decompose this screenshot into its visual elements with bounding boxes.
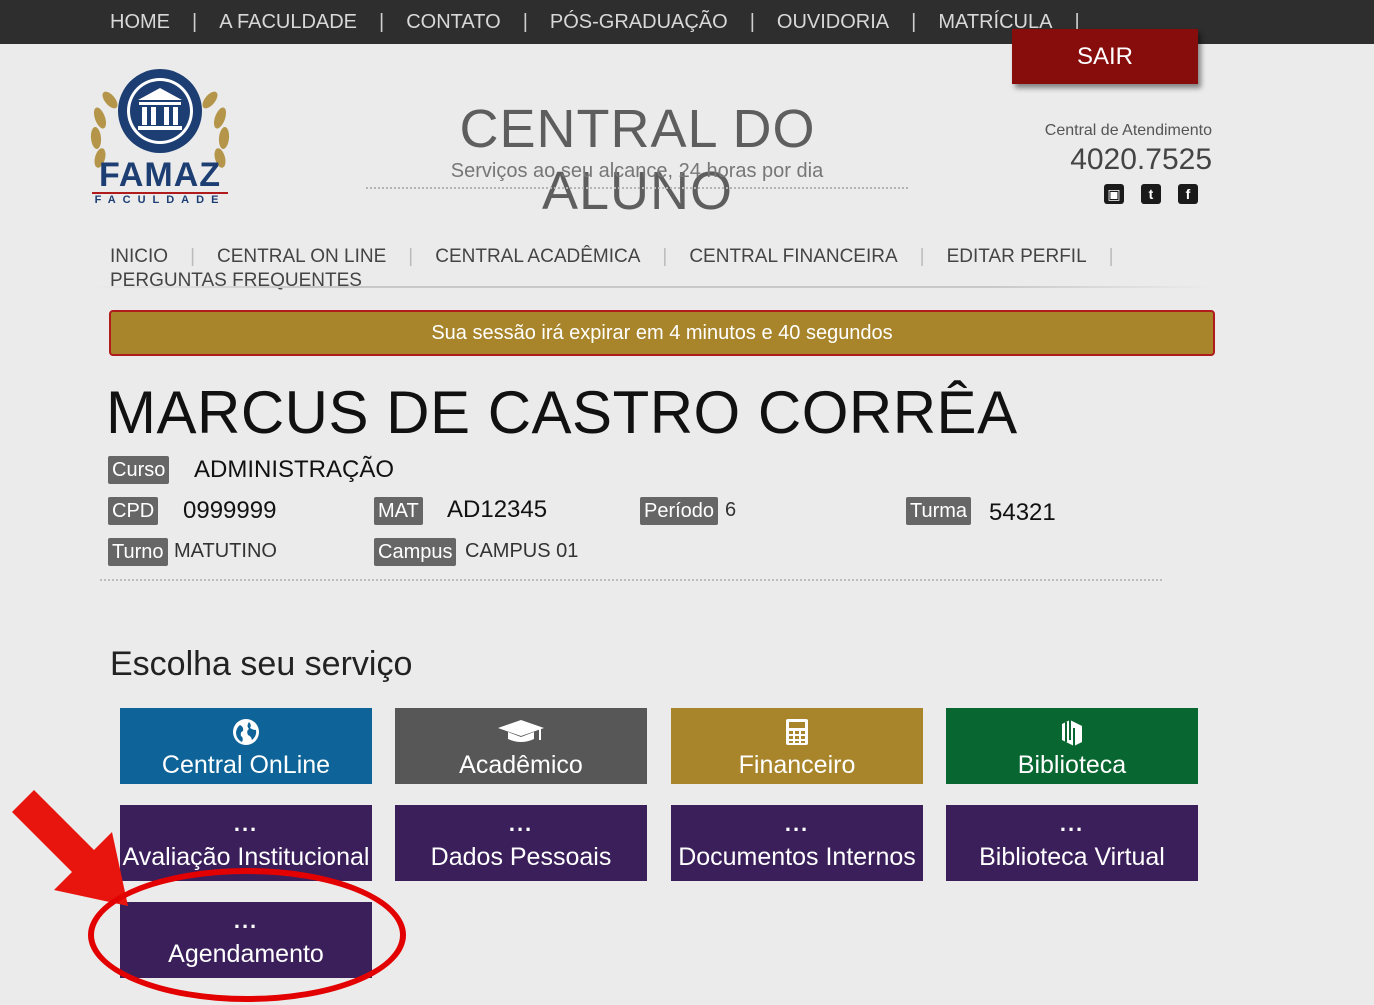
turno-value: MATUTINO [174,540,277,562]
nav-editar-perfil[interactable]: EDITAR PERFIL [947,245,1087,269]
books-icon [1059,717,1085,747]
dots-icon: ... [1059,811,1085,836]
youtube-icon[interactable]: ▣ [1104,184,1124,204]
info-divider [100,579,1162,581]
topnav-home[interactable]: HOME [110,11,170,34]
nav-separator: | [408,246,414,267]
nav-central-online[interactable]: CENTRAL ON LINE [217,245,386,269]
student-name: MARCUS DE CASTRO CORRÊA [106,379,1018,446]
tile-documentos-internos[interactable]: ... Documentos Internos [671,805,923,881]
dots-icon: ... [233,908,259,933]
periodo-value: 6 [725,499,737,521]
graduation-cap-icon [496,717,546,747]
tile-label: Documentos Internos [678,843,916,871]
page-subtitle: Serviços ao seu alcance, 24 horas por di… [366,160,908,189]
tile-label: Avaliação Institucional [122,843,370,871]
famaz-logo[interactable]: FAMAZ FACULDADE [86,66,234,212]
periodo-tag: Período [640,497,719,525]
top-navigation: HOME | A FACULDADE | CONTATO | PÓS-GRADUAÇÃ… [110,0,1102,44]
tile-biblioteca[interactable]: Biblioteca [946,708,1198,784]
session-timeout-banner: Sua sessão irá expirar em 4 minutos e 40… [109,310,1215,356]
tile-agendamento[interactable]: ... Agendamento [120,902,372,978]
mat-value: AD12345 [447,496,548,523]
turma-tag: Turma [906,497,972,525]
tile-financeiro[interactable]: Financeiro [671,708,923,784]
logo-name: FAMAZ [98,156,222,194]
topnav-ouvidoria[interactable]: OUVIDORIA [777,11,889,34]
campus-tag: Campus [374,538,457,566]
nav-separator: | [1108,246,1114,267]
cpd-tag: CPD [108,497,159,525]
nav-separator: | [662,246,668,267]
topnav-separator: | [192,10,198,33]
tile-label: Biblioteca Virtual [979,843,1165,871]
dots-icon: ... [508,811,534,836]
topnav-separator: | [379,10,385,33]
topnav-separator: | [749,10,755,33]
nav-divider [90,286,1214,288]
topnav-contato[interactable]: CONTATO [406,11,500,34]
nav-inicio[interactable]: INICIO [110,245,168,269]
cpd-value: 0999999 [183,497,277,524]
turno-tag: Turno [108,538,168,566]
curso-tag: Curso [108,456,170,484]
tile-academico[interactable]: Acadêmico [395,708,647,784]
logout-button[interactable]: SAIR [1012,29,1198,84]
tile-avaliacao-institucional[interactable]: ... Avaliação Institucional [120,805,372,881]
tile-label: Acadêmico [459,751,583,779]
topnav-separator: | [911,10,917,33]
dots-icon: ... [233,811,259,836]
twitter-icon[interactable]: t [1141,184,1161,204]
nav-central-academica[interactable]: CENTRAL ACADÊMICA [435,245,640,269]
tile-central-online[interactable]: Central OnLine [120,708,372,784]
red-arrow-icon [12,790,128,906]
tile-label: Biblioteca [1017,751,1127,779]
mat-tag: MAT [374,497,423,525]
globe-icon [232,717,260,747]
tile-biblioteca-virtual[interactable]: ... Biblioteca Virtual [946,805,1198,881]
tile-label: Financeiro [738,751,856,779]
logo-subtitle: FACULDADE [94,194,226,206]
nav-separator: | [190,246,195,267]
curso-value: ADMINISTRAÇÃO [194,456,395,483]
dots-icon: ... [784,811,810,836]
support-label: Central de Atendimento [1044,122,1212,139]
nav-perguntas-frequentes[interactable]: PERGUNTAS FREQUENTES [110,269,362,293]
topnav-pos-graduacao[interactable]: PÓS-GRADUAÇÃO [550,11,728,34]
services-heading: Escolha seu serviço [110,645,413,683]
calculator-icon [785,717,809,747]
tile-label: Agendamento [168,940,324,968]
nav-central-financeira[interactable]: CENTRAL FINANCEIRA [689,245,897,269]
tile-label: Central OnLine [161,751,331,779]
campus-value: CAMPUS 01 [465,540,579,562]
tile-dados-pessoais[interactable]: ... Dados Pessoais [395,805,647,881]
turma-value: 54321 [989,499,1056,526]
support-phone: 4020.7525 [1070,143,1212,176]
social-links: ▣ t f [1104,184,1198,204]
topnav-faculdade[interactable]: A FACULDADE [219,11,357,34]
facebook-icon[interactable]: f [1178,184,1198,204]
nav-separator: | [919,246,925,267]
tile-label: Dados Pessoais [430,843,612,871]
topnav-separator: | [522,10,528,33]
